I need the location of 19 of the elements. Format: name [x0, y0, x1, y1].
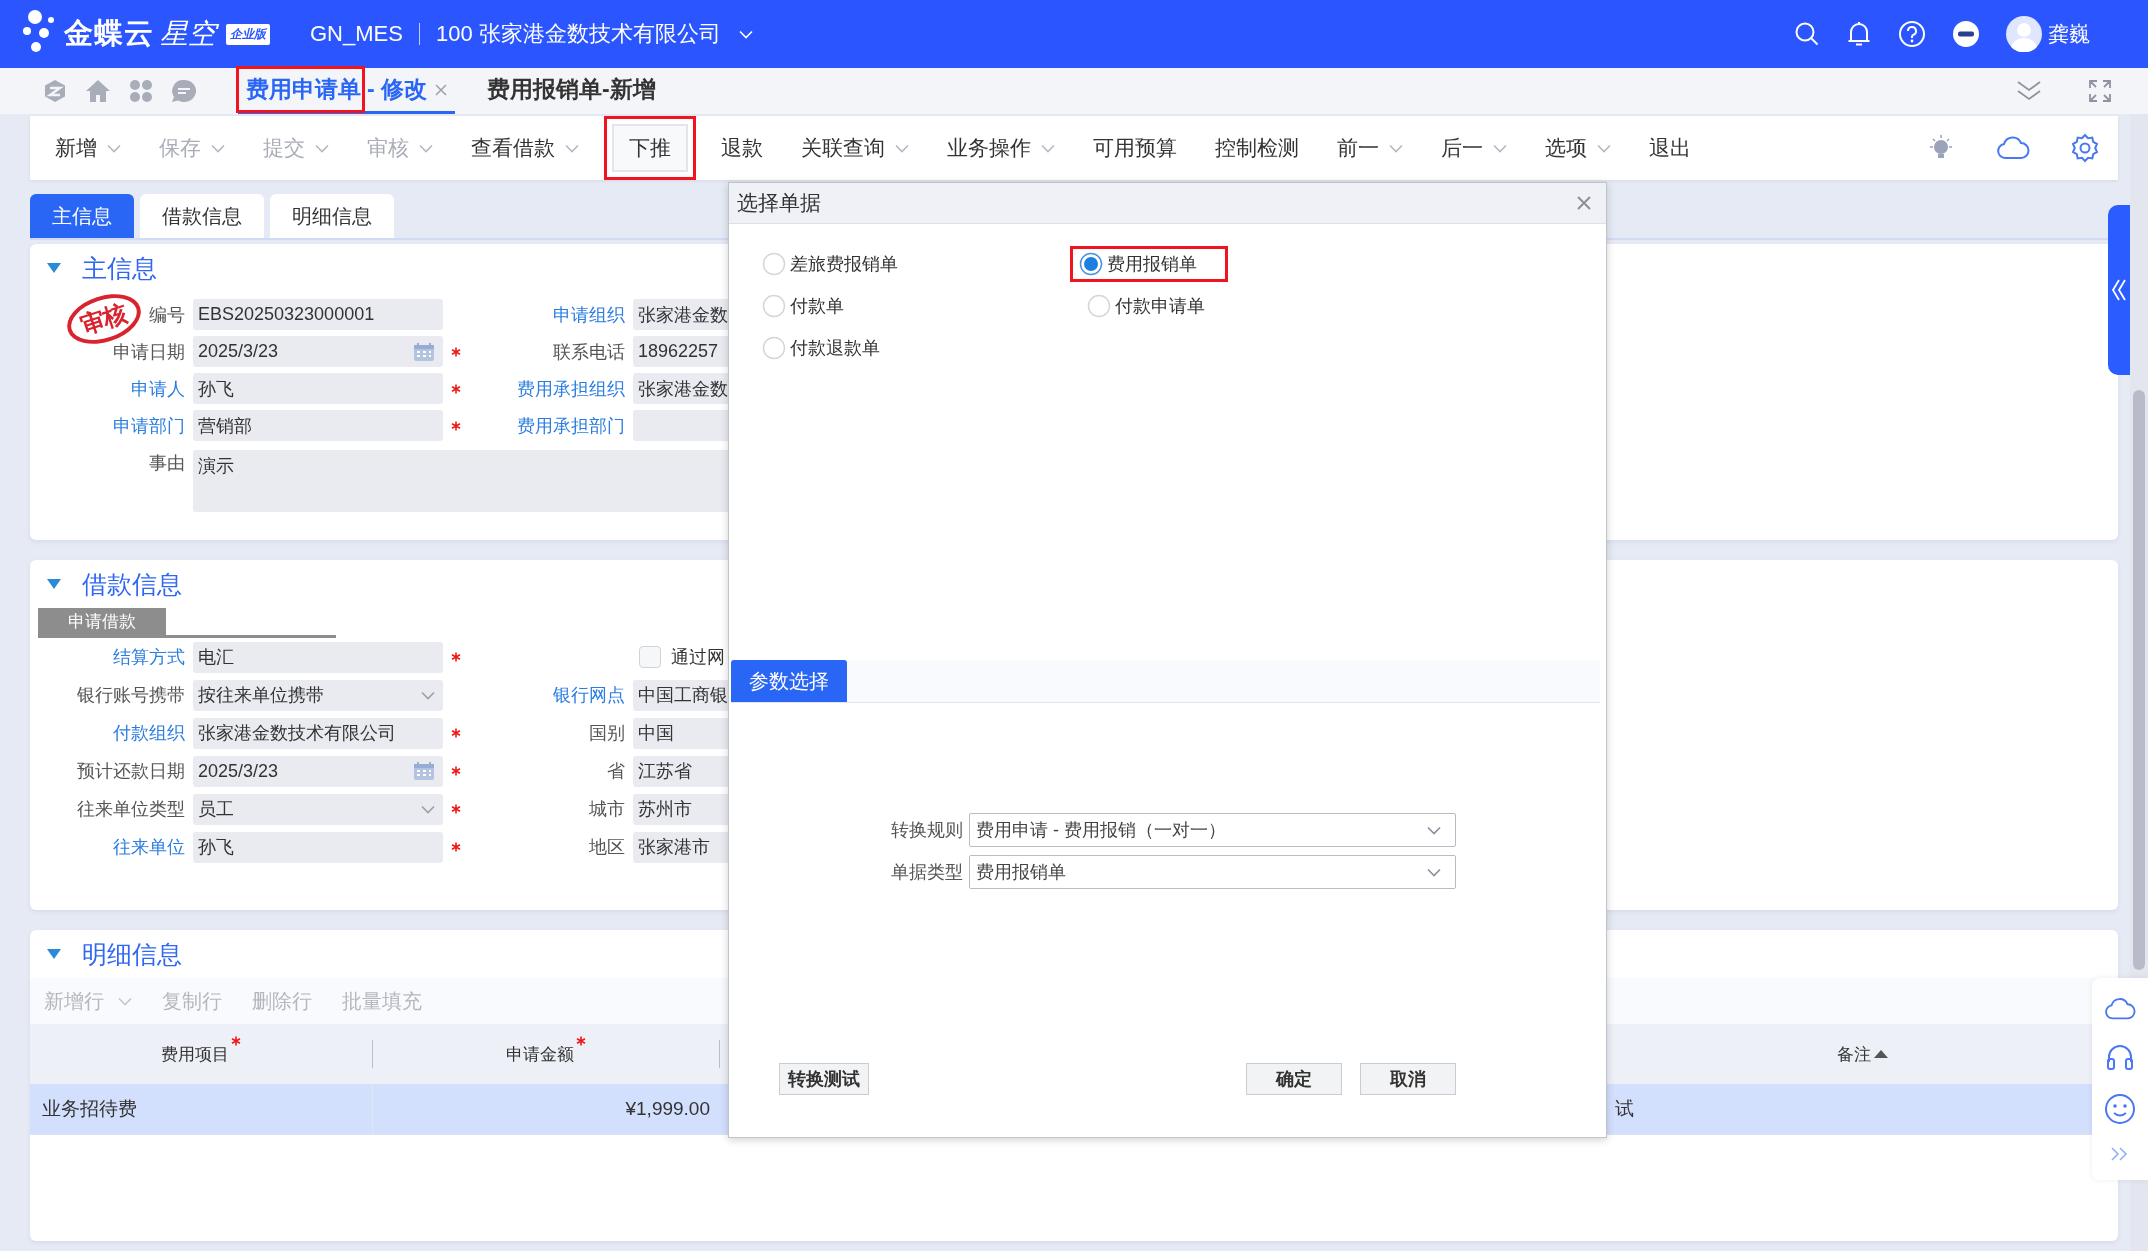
field-label: 转换规则	[890, 819, 964, 842]
field-label: 省	[607, 761, 625, 781]
field-label: 预计还款日期	[77, 761, 185, 781]
checkbox-label: 通过网	[671, 646, 725, 669]
field-label: 银行账号携带	[77, 685, 185, 705]
field-label: 地区	[589, 837, 625, 857]
table-cell-text: ¥1,999.00	[624, 1097, 711, 1121]
table-cell: 业务招待费	[30, 1084, 373, 1134]
dialog-title: 选择单据	[737, 190, 821, 216]
table-cell-text: 试	[1614, 1097, 1635, 1121]
edition-badge: 企业版	[226, 23, 270, 45]
field-label: 事由	[149, 452, 185, 473]
field-label: 单据类型	[890, 861, 964, 884]
field-label: 城市	[589, 799, 625, 819]
field-label: 国别	[589, 723, 625, 743]
field-label: 编号	[149, 304, 185, 325]
logo-text: 金蝶云	[64, 16, 154, 51]
field-label: 往来单位类型	[77, 799, 185, 819]
field-label: 联系电话	[553, 341, 625, 362]
